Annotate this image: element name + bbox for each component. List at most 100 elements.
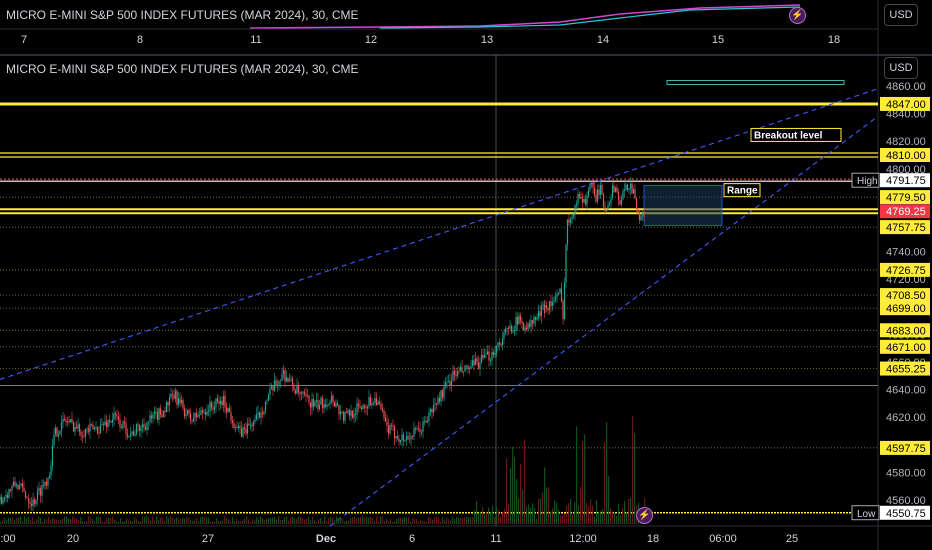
candle-body — [574, 205, 576, 215]
candle-body — [111, 419, 114, 423]
volume-bar — [382, 516, 384, 524]
candle-body — [452, 370, 454, 381]
volume-bar — [366, 516, 368, 524]
candle-body — [459, 367, 462, 372]
top-flash-icon[interactable]: ⚡ — [789, 7, 806, 24]
candle-body — [36, 491, 39, 500]
candle-body — [104, 421, 106, 426]
volume-bar — [252, 519, 254, 524]
candle-body — [371, 403, 373, 406]
currency-button[interactable]: USD — [884, 57, 918, 79]
volume-bar — [18, 517, 20, 524]
x-tick-20: 20 — [67, 533, 79, 545]
volume-bar — [294, 518, 296, 524]
volume-bar — [172, 518, 174, 524]
volume-bar — [254, 520, 256, 524]
volume-bar — [122, 521, 124, 524]
volume-bar — [458, 517, 460, 524]
top-currency-button[interactable]: USD — [884, 4, 918, 26]
candle-body — [222, 395, 225, 406]
candle-body — [578, 194, 581, 197]
flash-icon[interactable]: ⚡ — [636, 507, 653, 524]
volume-bar — [120, 518, 122, 524]
volume-bar — [358, 517, 360, 524]
volume-bar — [606, 422, 608, 524]
candle-body — [577, 194, 579, 204]
volume-bar — [222, 520, 224, 524]
volume-bar — [454, 519, 456, 524]
candle-body — [450, 380, 453, 386]
volume-bar — [112, 516, 114, 524]
candle-body — [216, 398, 219, 402]
volume-bar — [230, 521, 232, 524]
candle-body — [393, 426, 396, 439]
candle-body — [620, 199, 623, 205]
volume-bar — [86, 521, 88, 524]
volume-bar — [448, 519, 450, 524]
y-tick-4640: 4640.00 — [886, 385, 926, 397]
candle-body — [483, 354, 486, 359]
candle-body — [107, 420, 109, 428]
candle-body — [357, 403, 360, 407]
candle-body — [392, 425, 394, 427]
candle-body — [279, 380, 282, 382]
candle-body — [572, 214, 575, 217]
volume-bar — [50, 519, 52, 524]
candle-body — [587, 190, 590, 196]
candle-body — [75, 427, 78, 429]
level-label-4597.75: 4597.75 — [886, 443, 926, 455]
volume-bar — [100, 517, 102, 524]
volume-bar — [228, 519, 230, 524]
volume-bar — [298, 516, 300, 524]
volume-bar — [426, 521, 428, 524]
candle-body — [518, 315, 520, 325]
candle-body — [243, 427, 246, 429]
candle-body — [144, 426, 147, 431]
candle-body — [35, 499, 37, 505]
volume-bar — [300, 516, 302, 524]
candle-body — [99, 424, 102, 434]
candle-body — [598, 189, 600, 195]
candle-body — [77, 424, 79, 429]
candle-body — [395, 436, 397, 439]
candle-body — [186, 410, 189, 415]
price-chart[interactable]: 7 8 11 12 13 14 15 18 Breakout level Range 4560.00… — [0, 0, 932, 550]
volume-bar — [256, 517, 258, 524]
candle-body — [368, 397, 370, 407]
candle-body — [423, 420, 426, 422]
candle-body — [580, 196, 582, 199]
candle-body — [135, 424, 138, 435]
candle-body — [619, 200, 621, 205]
volume-bar — [164, 520, 166, 524]
candle-body — [434, 403, 436, 406]
candle-body — [494, 353, 496, 355]
candle-body — [278, 380, 280, 386]
candle-body — [539, 311, 541, 317]
candle-body — [158, 408, 160, 420]
volume-bar — [320, 517, 322, 524]
candle-body — [482, 354, 484, 359]
candle-body — [237, 426, 240, 428]
volume-bar — [592, 505, 594, 524]
candle-body — [198, 414, 201, 416]
candle-body — [92, 424, 94, 430]
volume-bar — [536, 518, 538, 524]
candle-body — [432, 405, 435, 413]
volume-bar — [532, 503, 534, 524]
volume-bar — [208, 517, 210, 524]
candle-body — [372, 402, 375, 404]
candle-body — [255, 414, 258, 420]
volume-bar — [494, 516, 496, 524]
candle-body — [32, 499, 34, 506]
volume-bar — [40, 517, 42, 524]
volume-bar — [124, 520, 126, 524]
volume-bar — [38, 516, 40, 524]
candle-body — [607, 205, 609, 211]
candle-body — [251, 424, 253, 427]
volume-bar — [558, 510, 560, 524]
volume-bar — [432, 519, 434, 524]
candle-body — [134, 434, 136, 436]
volume-bar — [410, 521, 412, 524]
candle-body — [524, 327, 526, 331]
candle-body — [497, 342, 499, 346]
